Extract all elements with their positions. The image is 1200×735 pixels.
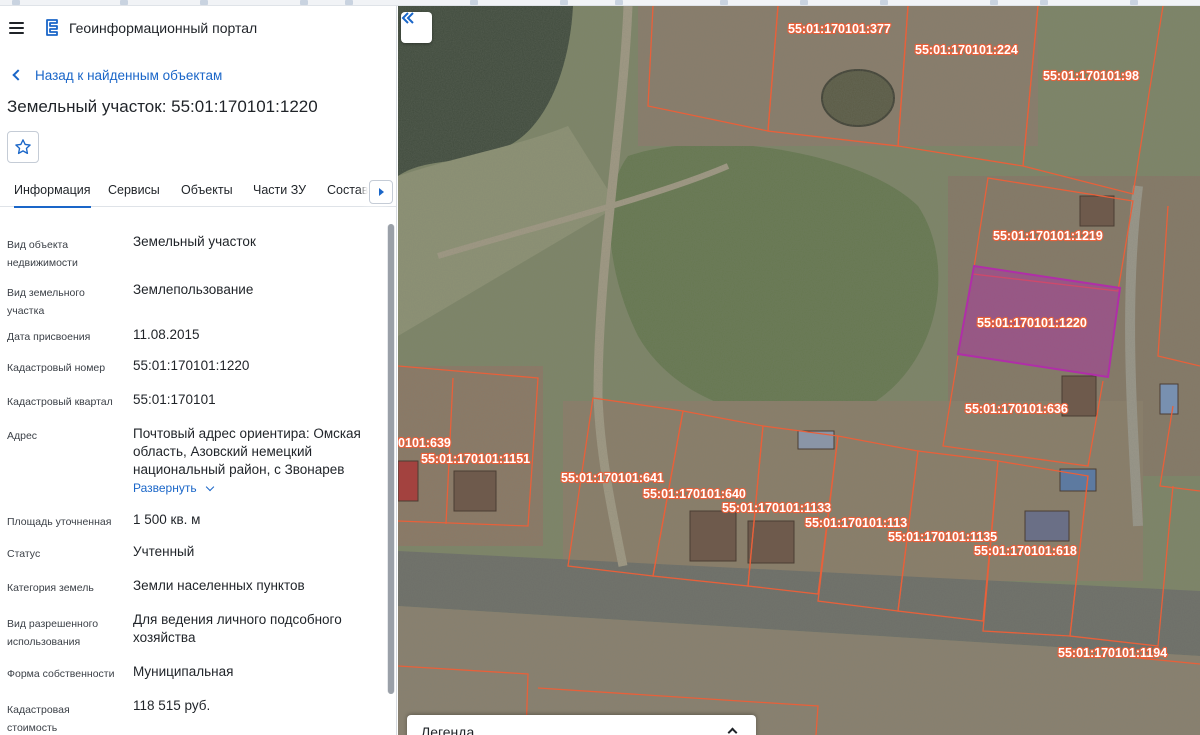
- expand-label: Развернуть: [133, 481, 197, 495]
- attr-label: Площадь уточненная: [7, 516, 112, 528]
- satellite-map[interactable]: 55:01:170101:377 55:01:170101:224 55:01:…: [398, 6, 1200, 735]
- attr-value: Земли населенных пунктов: [133, 578, 305, 593]
- parcel-label[interactable]: 55:01:170101:1135: [887, 529, 998, 545]
- attr-value: Почтовый адрес ориентира: Омская область…: [133, 426, 361, 477]
- chevron-up-icon: [727, 727, 738, 735]
- expand-address-link[interactable]: Развернуть: [133, 481, 214, 495]
- app-header: Геоинформационный портал: [0, 6, 396, 50]
- parcel-label[interactable]: 55:01:170101:1194: [1057, 645, 1168, 661]
- attr-label: Кадастровый квартал: [7, 396, 113, 408]
- tabs-next-button[interactable]: [369, 180, 393, 204]
- attr-label: Категория земель: [7, 582, 94, 594]
- parcel-label-selected[interactable]: 55:01:170101:1220: [976, 315, 1088, 331]
- tab-info[interactable]: Информация: [14, 183, 91, 208]
- attr-label: Вид земельного участка: [7, 287, 85, 317]
- parcel-label[interactable]: 55:01:170101:224: [914, 42, 1019, 58]
- attr-label: Дата присвоения: [7, 331, 91, 343]
- object-info-panel: Геоинформационный портал Назад к найденн…: [0, 6, 397, 735]
- parcel-label[interactable]: 55:01:170101:640: [642, 486, 747, 502]
- parcel-label[interactable]: 55:01:170101:377: [787, 21, 892, 37]
- app-title: Геоинформационный портал: [69, 20, 258, 36]
- attr-value: Учтенный: [133, 544, 195, 559]
- parcel-label[interactable]: 55:01:170101:1133: [721, 500, 832, 516]
- panel-scrollbar[interactable]: [387, 224, 395, 694]
- house-roof: [453, 470, 497, 512]
- parcel-label[interactable]: 55:01:170101:98: [1042, 68, 1140, 84]
- parcel-label[interactable]: 55:01:170101:1219: [992, 228, 1104, 244]
- attr-label: Вид разрешенного использования: [7, 618, 99, 648]
- attr-value: 11.08.2015: [133, 327, 200, 342]
- house-roof: [1159, 383, 1179, 415]
- attr-label: Адрес: [7, 430, 38, 442]
- house-roof: [1024, 510, 1070, 542]
- house-roof: [689, 510, 737, 562]
- chevron-left-icon: [12, 69, 24, 81]
- menu-icon[interactable]: [9, 22, 24, 34]
- parcel-label[interactable]: 55:01:170101:636: [964, 401, 1069, 417]
- attr-value: Землепользование: [133, 282, 254, 297]
- tab-objects[interactable]: Объекты: [181, 183, 233, 197]
- object-title: Земельный участок: 55:01:170101:1220: [7, 97, 318, 116]
- attr-label: Кадастровый номер: [7, 362, 106, 374]
- attr-label: Статус: [7, 548, 41, 560]
- legend-title: Легенда: [421, 724, 475, 735]
- caret-right-icon: [378, 188, 384, 196]
- collapse-panel-button[interactable]: [401, 12, 432, 43]
- back-to-results-link[interactable]: Назад к найденным объектам: [10, 66, 222, 84]
- tab-parts[interactable]: Части ЗУ: [253, 183, 306, 197]
- house-roof: [747, 520, 795, 564]
- attr-value: 118 515 руб.: [133, 698, 211, 713]
- star-icon: [15, 139, 31, 155]
- chevron-down-icon: [205, 482, 214, 491]
- attr-value: Муниципальная: [133, 664, 234, 679]
- attr-value: Земельный участок: [133, 234, 256, 249]
- attr-value: 55:01:170101: [133, 392, 216, 407]
- parcel-label[interactable]: 55:01:170101:639: [398, 435, 452, 451]
- parcel-label[interactable]: 55:01:170101:113: [804, 515, 908, 531]
- attr-value: Для ведения личного подсобного хозяйства: [133, 612, 342, 645]
- parcel-label[interactable]: 55:01:170101:1151: [420, 451, 531, 467]
- attr-label: Кадастровая стоимость: [7, 704, 70, 734]
- map-view[interactable]: 55:01:170101:377 55:01:170101:224 55:01:…: [398, 6, 1200, 735]
- attr-label: Вид объекта недвижимости: [7, 239, 78, 269]
- portal-logo-icon: [46, 19, 58, 36]
- attr-value: 1 500 кв. м: [133, 512, 201, 527]
- tab-services[interactable]: Сервисы: [108, 183, 160, 197]
- attr-label: Форма собственности: [7, 668, 115, 680]
- scrollbar-thumb[interactable]: [388, 224, 394, 694]
- back-link-label: Назад к найденным объектам: [35, 67, 223, 83]
- tab-composition[interactable]: Состав: [327, 183, 368, 197]
- house-roof: [1079, 195, 1115, 227]
- favorite-button[interactable]: [7, 131, 39, 163]
- parcel-label[interactable]: 55:01:170101:618: [973, 543, 1078, 559]
- object-tabs: Информация Сервисы Объекты Части ЗУ Сост…: [0, 174, 396, 208]
- double-chevron-left-icon: [401, 12, 414, 24]
- legend-panel-toggle[interactable]: Легенда: [407, 715, 756, 735]
- house-roof: [398, 460, 419, 502]
- parcel-label[interactable]: 55:01:170101:641: [560, 470, 665, 486]
- attr-value: 55:01:170101:1220: [133, 358, 250, 373]
